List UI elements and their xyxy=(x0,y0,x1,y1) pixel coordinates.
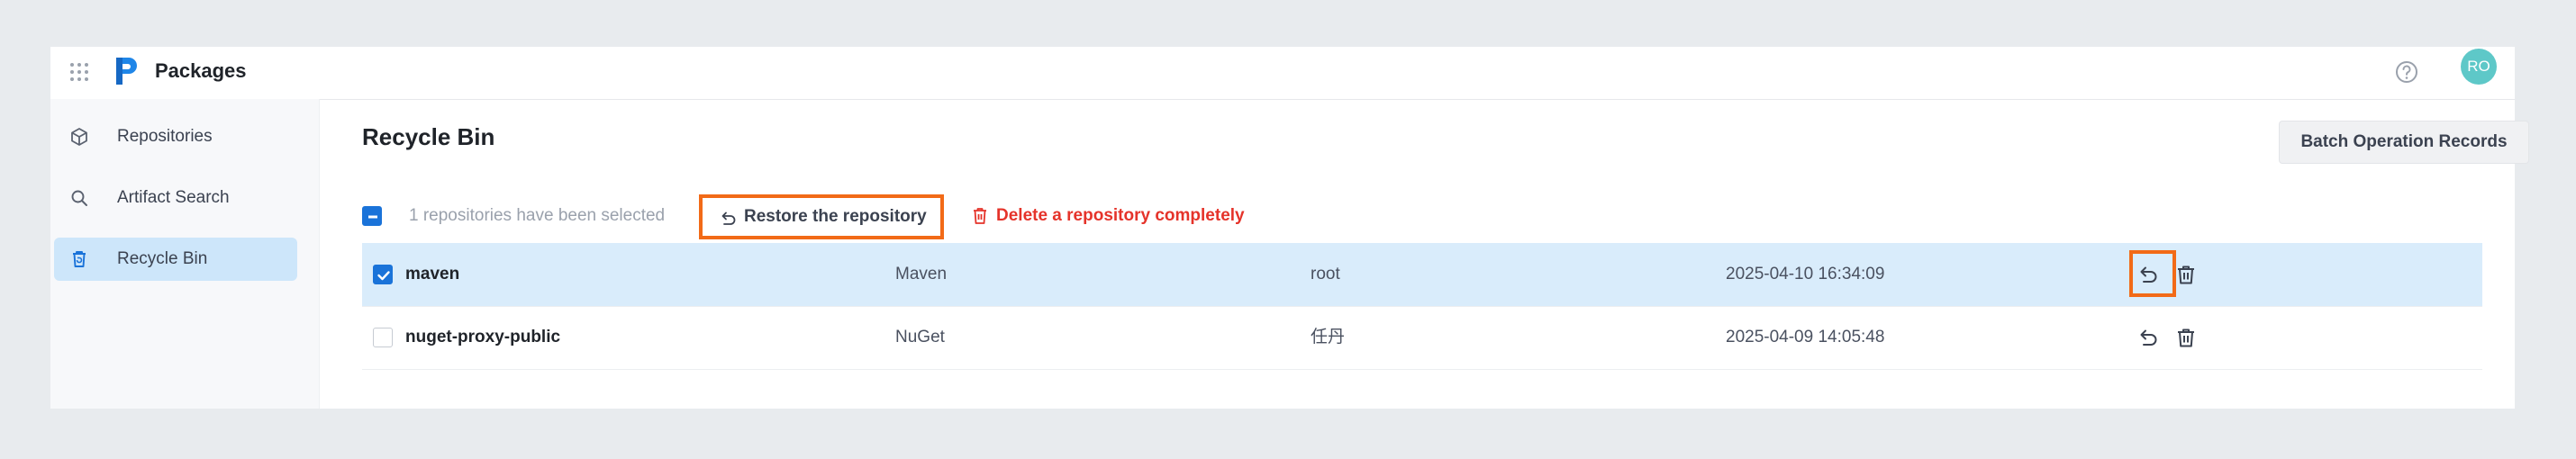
app-title: Packages xyxy=(155,59,247,82)
user-avatar[interactable]: RO xyxy=(2461,49,2497,85)
top-bar: Packages RO xyxy=(50,47,2515,100)
delete-repository-label: Delete a repository completely xyxy=(996,206,1245,225)
sidebar-item-artifact-search[interactable]: Artifact Search xyxy=(54,176,297,220)
deleted-by: 任丹 xyxy=(1311,328,1346,346)
sidebar-item-label: Artifact Search xyxy=(117,188,230,207)
row-checkbox[interactable] xyxy=(373,328,393,347)
apps-grid-icon[interactable] xyxy=(65,58,94,86)
trash-icon[interactable] xyxy=(2174,263,2198,286)
row-checkbox[interactable] xyxy=(373,265,393,284)
indeterminate-icon xyxy=(368,215,377,219)
main-content: Recycle Bin Batch Operation Records 1 re… xyxy=(319,99,2529,409)
sidebar-item-label: Recycle Bin xyxy=(117,249,208,268)
trash-icon[interactable] xyxy=(2174,326,2198,349)
packages-logo-icon xyxy=(116,58,137,85)
deleted-date: 2025-04-10 16:34:09 xyxy=(1726,265,1885,284)
sidebar: Repositories Artifact Search Recycle Bin xyxy=(50,99,320,409)
repository-name: nuget-proxy-public xyxy=(405,328,561,346)
batch-operation-records-button[interactable]: Batch Operation Records xyxy=(2279,121,2529,164)
selection-toolbar: 1 repositories have been selected Restor… xyxy=(362,194,2524,239)
restore-icon[interactable] xyxy=(2136,326,2160,349)
restore-repository-button[interactable]: Restore the repository xyxy=(699,194,944,239)
select-all-checkbox[interactable] xyxy=(362,206,382,226)
selection-count-text: 1 repositories have been selected xyxy=(409,206,666,225)
repository-name: maven xyxy=(405,265,460,284)
table-row[interactable]: nuget-proxy-public NuGet 任丹 2025-04-09 1… xyxy=(362,306,2482,370)
restore-repository-label: Restore the repository xyxy=(744,207,927,226)
checkmark-icon xyxy=(377,271,390,281)
deleted-date: 2025-04-09 14:05:48 xyxy=(1726,328,1885,346)
help-icon[interactable] xyxy=(2392,58,2421,86)
page-title: Recycle Bin xyxy=(362,123,495,150)
repository-type: Maven xyxy=(895,265,948,284)
table-row[interactable]: maven Maven root 2025-04-10 16:34:09 xyxy=(362,243,2482,307)
app-window: Packages RO Repositories Artifact Search xyxy=(50,47,2529,409)
repository-type: NuGet xyxy=(895,328,945,346)
trash-icon xyxy=(974,208,986,224)
recycle-bin-icon xyxy=(73,251,86,267)
search-icon xyxy=(71,190,87,206)
restore-icon[interactable] xyxy=(2136,263,2160,286)
deleted-by: root xyxy=(1311,265,1340,284)
sidebar-item-recycle-bin[interactable]: Recycle Bin xyxy=(54,238,297,281)
sidebar-item-label: Repositories xyxy=(117,127,213,146)
package-icon xyxy=(71,128,87,146)
sidebar-item-repositories[interactable]: Repositories xyxy=(54,115,297,158)
restore-icon xyxy=(721,212,736,225)
